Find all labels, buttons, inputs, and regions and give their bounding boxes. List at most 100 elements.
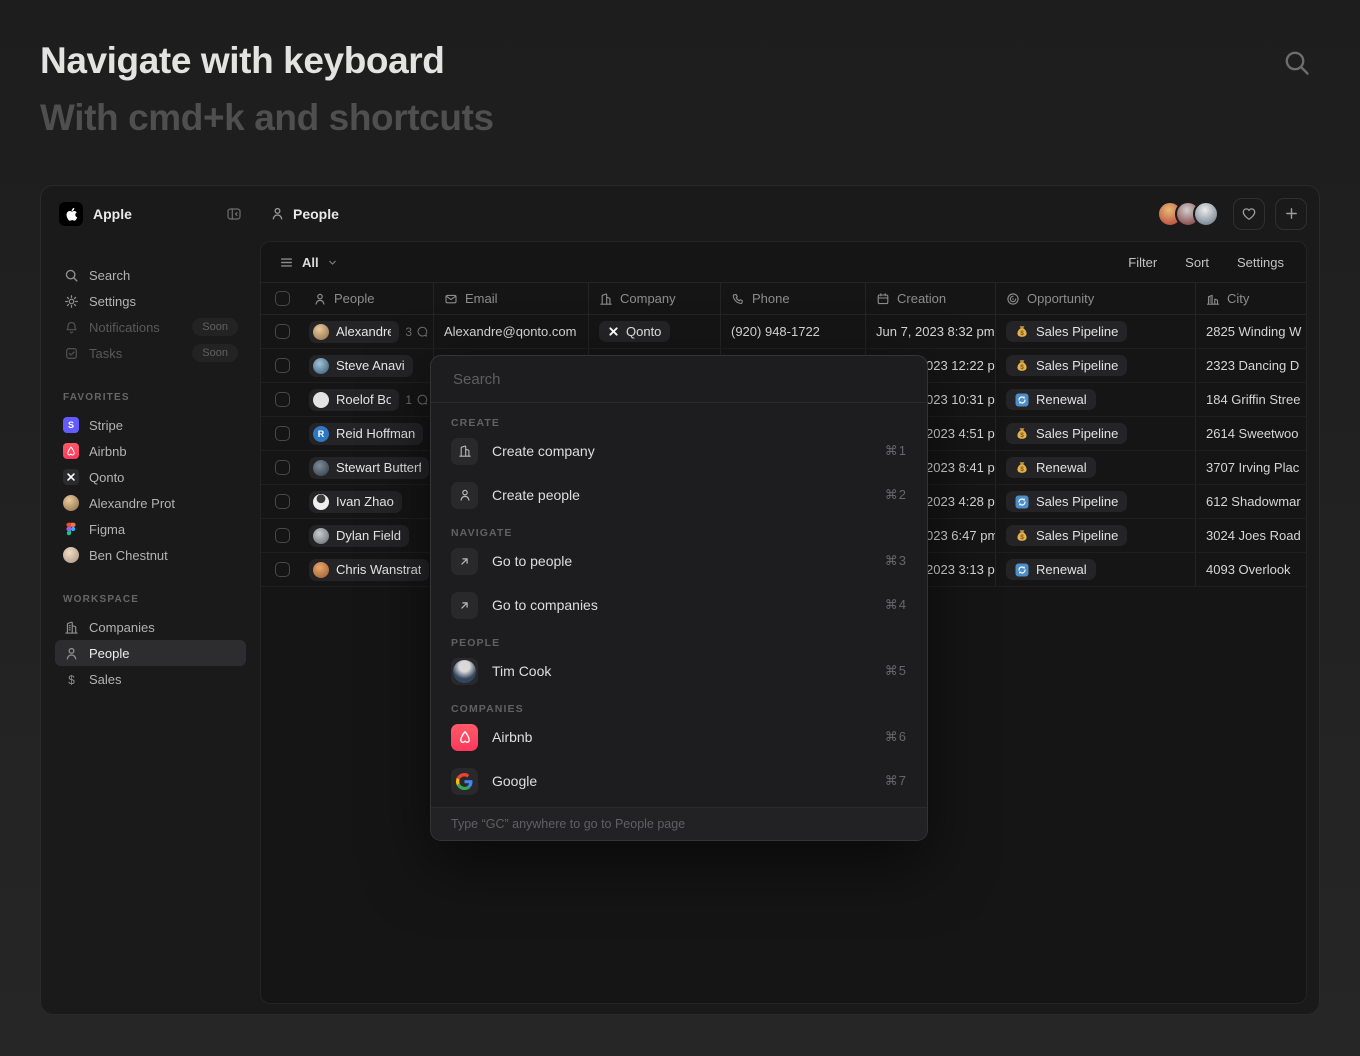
column-header-creation[interactable]: Creation (865, 283, 995, 314)
sidebar-item-airbnb[interactable]: Airbnb (55, 438, 246, 464)
sidebar-item-label: Companies (89, 620, 155, 635)
sidebar-item-figma[interactable]: Figma (55, 516, 246, 542)
command-search-input[interactable] (451, 370, 907, 389)
stripe-logo-icon: S (63, 417, 79, 433)
command-search[interactable] (431, 356, 927, 403)
collapse-sidebar-icon[interactable] (226, 206, 242, 222)
sort-button[interactable]: Sort (1185, 255, 1209, 270)
row-checkbox[interactable] (275, 392, 290, 407)
row-checkbox[interactable] (275, 494, 290, 509)
city-cell[interactable]: 3707 Irving Plac (1195, 451, 1306, 484)
sidebar-item-search[interactable]: Search (55, 262, 246, 288)
favorite-button[interactable] (1233, 198, 1265, 230)
select-all-checkbox[interactable] (275, 291, 290, 306)
building-icon (599, 292, 613, 306)
money-bag-icon: $ (1015, 529, 1029, 543)
opportunity-cell[interactable]: $ Renewal (995, 451, 1195, 484)
person-chip[interactable]: Steve Anavi (309, 355, 413, 377)
city-cell[interactable]: 184 Griffin Stree (1195, 383, 1306, 416)
opportunity-cell[interactable]: $ Sales Pipeline (995, 349, 1195, 382)
person-chip[interactable]: R Reid Hoffman (309, 423, 423, 445)
opportunity-cell[interactable]: $ Sales Pipeline (995, 417, 1195, 450)
column-header-phone[interactable]: Phone (720, 283, 865, 314)
column-header-email[interactable]: Email (433, 283, 588, 314)
person-chip[interactable]: Chris Wanstrath (309, 559, 429, 581)
sidebar-item-companies[interactable]: Companies (55, 614, 246, 640)
command-go-to-people[interactable]: Go to people ⌘3 (431, 539, 927, 583)
city-cell[interactable]: 2825 Winding W (1195, 315, 1306, 348)
row-checkbox[interactable] (275, 358, 290, 373)
row-checkbox[interactable] (275, 562, 290, 577)
command-company-google[interactable]: Google ⌘7 (431, 759, 927, 803)
avatar (313, 562, 329, 578)
avatar (63, 547, 79, 563)
city-cell[interactable]: 3024 Joes Road (1195, 519, 1306, 552)
opportunity-cell[interactable]: Sales Pipeline (995, 485, 1195, 518)
sidebar-item-ben-chestnut[interactable]: Ben Chestnut (55, 542, 246, 568)
shortcut-badge: ⌘7 (885, 773, 907, 789)
filter-button[interactable]: Filter (1128, 255, 1157, 270)
person-chip[interactable]: Ivan Zhao (309, 491, 402, 513)
command-create-company[interactable]: Create company ⌘1 (431, 429, 927, 473)
sidebar-item-qonto[interactable]: Qonto (55, 464, 246, 490)
svg-text:$: $ (1020, 432, 1024, 439)
shortcut-badge: ⌘3 (885, 553, 907, 569)
avatar: R (313, 426, 329, 442)
city-cell[interactable]: 2323 Dancing D (1195, 349, 1306, 382)
section-label-companies: COMPANIES (451, 703, 907, 715)
view-selector[interactable]: All (279, 255, 338, 270)
view-title: People (270, 206, 339, 222)
comment-count[interactable]: 1 (405, 393, 429, 407)
row-checkbox[interactable] (275, 426, 290, 441)
sidebar-item-stripe[interactable]: S Stripe (55, 412, 246, 438)
opportunity-cell[interactable]: Renewal (995, 383, 1195, 416)
column-header-people[interactable]: People (303, 283, 433, 314)
opportunity-cell[interactable]: $ Sales Pipeline (995, 519, 1195, 552)
email-cell[interactable]: Alexandre@qonto.com (433, 315, 588, 348)
bell-icon (63, 320, 79, 335)
creation-cell[interactable]: Jun 7, 2023 8:32 pm (865, 315, 995, 348)
person-chip[interactable]: Alexandre Prot (309, 321, 399, 343)
add-button[interactable] (1275, 198, 1307, 230)
command-go-to-companies[interactable]: Go to companies ⌘4 (431, 583, 927, 627)
command-person-tim-cook[interactable]: Tim Cook ⌘5 (431, 649, 927, 693)
sidebar-item-people[interactable]: People (55, 640, 246, 666)
collaborator-avatars[interactable] (1157, 201, 1219, 227)
opportunity-cell[interactable]: $ Sales Pipeline (995, 315, 1195, 348)
arrow-up-right-icon (451, 548, 478, 575)
sidebar-item-label: Settings (89, 294, 136, 309)
comment-bubble-icon (416, 393, 429, 406)
sidebar-item-label: Alexandre Prot (89, 496, 175, 511)
sidebar-item-settings[interactable]: Settings (55, 288, 246, 314)
table-settings-button[interactable]: Settings (1237, 255, 1284, 270)
svg-text:$: $ (1020, 466, 1024, 473)
sidebar-item-sales[interactable]: $ Sales (55, 666, 246, 692)
person-chip[interactable]: Dylan Field (309, 525, 409, 547)
money-bag-icon: $ (1015, 461, 1029, 475)
phone-cell[interactable]: (920) 948-1722 (720, 315, 865, 348)
row-checkbox[interactable] (275, 460, 290, 475)
column-header-city[interactable]: City (1195, 283, 1306, 314)
city-cell[interactable]: 4093 Overlook (1195, 553, 1306, 586)
row-checkbox[interactable] (275, 324, 290, 339)
sidebar-item-label: Notifications (89, 320, 160, 335)
chevron-down-icon (327, 257, 338, 268)
person-chip[interactable]: Stewart Butterfield (309, 457, 429, 479)
avatar (313, 494, 329, 510)
svg-text:$: $ (1020, 330, 1024, 337)
sidebar-item-alexandre-prot[interactable]: Alexandre Prot (55, 490, 246, 516)
search-icon[interactable] (1280, 46, 1314, 80)
comment-count[interactable]: 3 (405, 325, 429, 339)
person-chip[interactable]: Roelof Botha (309, 389, 399, 411)
city-cell[interactable]: 2614 Sweetwoo (1195, 417, 1306, 450)
city-cell[interactable]: 612 Shadowmar (1195, 485, 1306, 518)
column-header-company[interactable]: Company (588, 283, 720, 314)
command-company-airbnb[interactable]: Airbnb ⌘6 (431, 715, 927, 759)
workspace-switcher[interactable]: Apple (55, 200, 246, 228)
avatar (313, 324, 329, 340)
command-create-people[interactable]: Create people ⌘2 (431, 473, 927, 517)
row-checkbox[interactable] (275, 528, 290, 543)
column-header-opportunity[interactable]: Opportunity (995, 283, 1195, 314)
opportunity-cell[interactable]: Renewal (995, 553, 1195, 586)
company-cell[interactable]: Qonto (588, 315, 720, 348)
